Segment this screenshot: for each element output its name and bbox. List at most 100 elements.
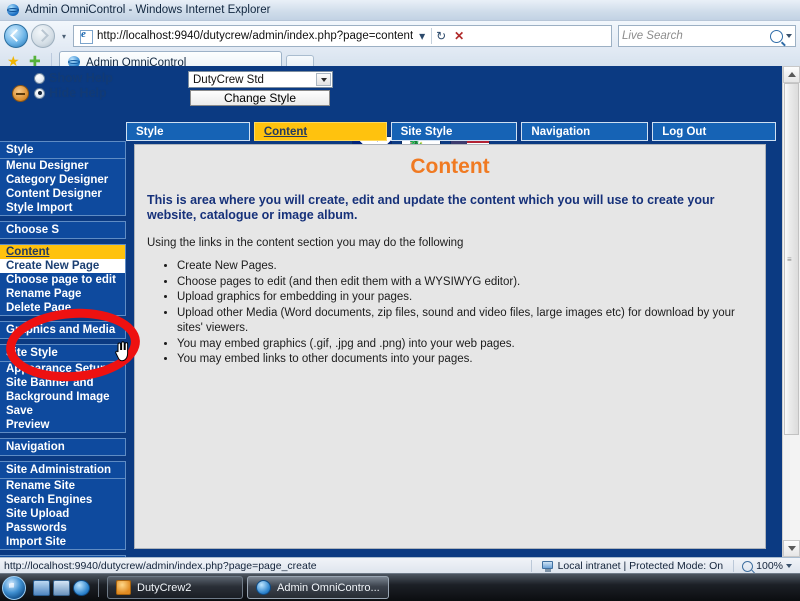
style-select[interactable]: DutyCrew Std <box>188 71 333 88</box>
sidebar-item-site-upload-passwords[interactable]: Site Upload Passwords <box>0 507 125 535</box>
content-bullet-list: Create New Pages. Choose pages to edit (… <box>147 259 753 368</box>
list-item: You may embed links to other documents i… <box>177 352 753 368</box>
sidebar-item-rename-page[interactable]: Rename Page <box>0 287 125 301</box>
scroll-down-button[interactable] <box>783 540 800 557</box>
browser-window: Admin OmniControl - Windows Internet Exp… <box>0 0 800 574</box>
sidebar-item-preview[interactable]: Preview <box>0 418 125 432</box>
address-url: http://localhost:9940/dutycrew/admin/ind… <box>97 30 414 42</box>
zoom-control[interactable]: 100% <box>733 560 800 572</box>
content-panel: Content This is area where you will crea… <box>134 144 766 549</box>
list-item: Choose pages to edit (and then edit them… <box>177 275 753 291</box>
tab-content[interactable]: Content <box>253 122 387 141</box>
dutycrew-icon <box>116 580 131 595</box>
security-zone-label: Local intranet | Protected Mode: On <box>557 560 724 572</box>
sidebar-item-background-image[interactable]: Background Image <box>0 390 125 404</box>
web-page: Show Help Hide Help DutyCrew Std Change … <box>0 66 783 557</box>
sidebar-item-search-engines[interactable]: Search Engines <box>0 493 125 507</box>
help-toggle-group: Show Help Hide Help <box>12 71 116 105</box>
sidebar-section-site-administration: Site Administration Rename Site Search E… <box>0 461 126 550</box>
sidebar-item-category-designer[interactable]: Category Designer <box>0 173 125 187</box>
search-input[interactable]: Live Search <box>618 25 796 47</box>
list-item: Upload other Media (Word documents, zip … <box>177 306 753 337</box>
site-header: Show Help Hide Help DutyCrew Std Change … <box>0 66 783 164</box>
taskbar-item-admin-omnicontrol[interactable]: Admin OmniContro... <box>247 576 389 599</box>
sidebar-heading-graphics-and-media[interactable]: Graphics and Media <box>0 322 125 338</box>
sidebar-item-save[interactable]: Save <box>0 404 125 418</box>
start-button[interactable] <box>2 575 26 600</box>
title-bar: Admin OmniControl - Windows Internet Exp… <box>0 0 800 21</box>
search-provider-dropdown-icon[interactable] <box>786 34 792 38</box>
sidebar-heading-style: Style <box>0 142 125 159</box>
ie-icon <box>256 580 271 595</box>
scrollbar-grip-icon: ≡ <box>787 255 792 264</box>
security-zone[interactable]: Local intranet | Protected Mode: On <box>530 560 734 572</box>
list-item: You may embed graphics (.gif, .jpg and .… <box>177 337 753 353</box>
sidebar-item-site-banner[interactable]: Site Banner and <box>0 376 125 390</box>
status-bar: http://localhost:9940/dutycrew/admin/ind… <box>0 557 800 574</box>
ie-icon[interactable] <box>73 579 90 596</box>
tab-navigation[interactable]: Navigation <box>521 122 649 141</box>
taskbar-item-label: Admin OmniContro... <box>277 581 380 594</box>
window-title: Admin OmniControl - Windows Internet Exp… <box>25 4 271 16</box>
sidebar-item-style-import[interactable]: Style Import <box>0 201 125 215</box>
sidebar-item-create-new-page[interactable]: Create New Page <box>0 259 125 273</box>
intranet-zone-icon <box>541 560 554 572</box>
sidebar-item-rename-site[interactable]: Rename Site <box>0 479 125 493</box>
sidebar-item-appearance-setup[interactable]: Appearance Setup <box>0 362 125 376</box>
sidebar-heading-site-style: Site Style <box>0 345 125 362</box>
sidebar-section-choose-site: Choose S <box>0 221 126 239</box>
back-button[interactable] <box>4 24 28 48</box>
sidebar-item-import-site[interactable]: Import Site <box>0 535 125 549</box>
page-icon <box>78 28 93 44</box>
style-select-value: DutyCrew Std <box>193 73 264 86</box>
sidebar: Style Menu Designer Category Designer Co… <box>0 141 126 557</box>
scrollbar-track[interactable]: ≡ <box>783 83 800 540</box>
refresh-icon[interactable]: ↻ <box>432 27 450 45</box>
status-link-url: http://localhost:9940/dutycrew/admin/ind… <box>4 560 317 572</box>
recent-pages-dropdown-icon[interactable]: ▾ <box>58 25 70 47</box>
quick-launch <box>33 579 90 596</box>
taskbar-item-dutycrew2[interactable]: DutyCrew2 <box>107 576 243 599</box>
hide-help-label: Hide Help <box>49 86 107 100</box>
address-bar[interactable]: http://localhost:9940/dutycrew/admin/ind… <box>73 25 612 47</box>
sidebar-item-delete-page[interactable]: Delete Page <box>0 301 125 315</box>
search-icon[interactable] <box>770 29 783 43</box>
tab-style[interactable]: Style <box>126 122 250 141</box>
sidebar-heading-choose-site[interactable]: Choose S <box>0 222 125 238</box>
vertical-scrollbar[interactable]: ≡ <box>782 66 800 557</box>
sidebar-section-navigation: Navigation <box>0 438 126 456</box>
sidebar-heading-navigation[interactable]: Navigation <box>0 439 125 455</box>
main-nav-tabs: Style Content Site Style Navigation Log … <box>126 122 777 141</box>
zoom-level-label: 100% <box>756 560 783 572</box>
sidebar-item-menu-designer[interactable]: Menu Designer <box>0 159 125 173</box>
scroll-up-button[interactable] <box>783 66 800 83</box>
page-viewport: Show Help Hide Help DutyCrew Std Change … <box>0 66 800 557</box>
forward-button[interactable] <box>31 24 55 48</box>
address-dropdown-icon[interactable]: ▾ <box>413 27 431 45</box>
sidebar-section-style: Style Menu Designer Category Designer Co… <box>0 141 126 216</box>
list-item: Create New Pages. <box>177 259 753 275</box>
switch-windows-icon[interactable] <box>53 579 70 596</box>
minus-circle-icon[interactable] <box>12 85 29 102</box>
show-help-radio[interactable] <box>34 72 45 84</box>
sidebar-heading-site-administration: Site Administration <box>0 462 125 479</box>
hide-help-option[interactable]: Hide Help <box>34 86 107 100</box>
hide-help-radio[interactable] <box>34 87 45 99</box>
tab-site-style[interactable]: Site Style <box>390 122 518 141</box>
sidebar-item-choose-page-to-edit[interactable]: Choose page to edit <box>0 273 125 287</box>
show-help-option[interactable]: Show Help <box>34 71 113 85</box>
show-desktop-icon[interactable] <box>33 579 50 596</box>
sidebar-heading-content[interactable]: Content <box>0 245 125 259</box>
chevron-down-icon[interactable] <box>786 564 792 568</box>
taskbar: DutyCrew2 Admin OmniContro... <box>0 573 800 601</box>
change-style-button[interactable]: Change Style <box>190 90 330 106</box>
page-title: Content <box>410 155 490 178</box>
stop-icon[interactable]: ✕ <box>450 27 468 45</box>
ie-icon <box>6 3 20 17</box>
chevron-down-icon[interactable] <box>316 73 331 86</box>
tab-log-out[interactable]: Log Out <box>652 122 777 141</box>
content-sub-text: Using the links in the content section y… <box>147 237 464 249</box>
sidebar-item-content-designer[interactable]: Content Designer <box>0 187 125 201</box>
taskbar-item-label: DutyCrew2 <box>137 581 192 594</box>
sidebar-section-site-style: Site Style Appearance Setup Site Banner … <box>0 344 126 433</box>
